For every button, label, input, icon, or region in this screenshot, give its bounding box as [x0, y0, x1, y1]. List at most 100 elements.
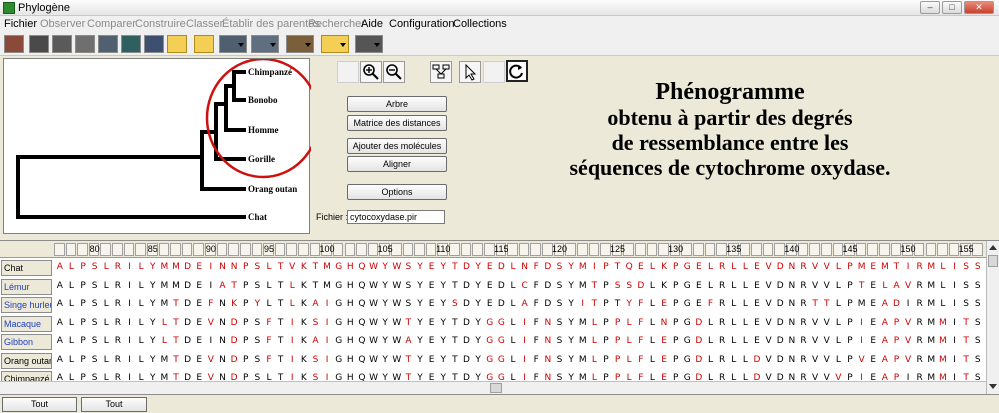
book-icon[interactable] [4, 35, 24, 53]
arbre-button[interactable]: Arbre [347, 96, 447, 112]
molecule-dropdown-icon[interactable] [219, 35, 247, 53]
ruler-label: 100 [319, 244, 335, 254]
menu-observer[interactable]: Observer [40, 18, 85, 30]
sequence-row[interactable]: Singe hurleurALPSLRILYMTDEFNKPYLTLKAIGHQ… [0, 296, 986, 314]
menu-classer[interactable]: Classer [186, 18, 223, 30]
amino-acid-cell: D [776, 299, 784, 309]
amino-acid-cell: I [860, 336, 863, 346]
species-name[interactable]: Orang outan [1, 352, 52, 369]
open-folder-icon[interactable] [167, 35, 187, 53]
cursor-plus-icon[interactable] [337, 61, 359, 83]
ajouter-molecules-button[interactable]: Ajouter des molécules [347, 138, 447, 154]
sequence-row[interactable]: Chat A L P S L R I L Y M M D E I N N P S L T V K T M G H Q W Y W S Y E Y T D… [0, 259, 986, 277]
display-dropdown-icon[interactable] [355, 35, 383, 53]
amino-acid-cell: L [731, 317, 737, 328]
select-all-button[interactable]: Tout sélectionner [81, 397, 147, 413]
menu-fichier[interactable]: Fichier [4, 18, 37, 30]
amino-acid-cell: D [463, 354, 470, 365]
scroll-down-icon[interactable] [989, 384, 997, 389]
amino-acid-cell: D [184, 262, 192, 272]
amino-acid-cell: Y [382, 317, 388, 328]
species-name[interactable]: Lémur [1, 278, 52, 295]
amino-acid-cell: W [369, 299, 378, 309]
aligner-button[interactable]: Aligner [347, 156, 447, 172]
sequence-icon[interactable] [29, 35, 49, 53]
hscroll-thumb[interactable] [490, 383, 502, 393]
amino-acid-cell: E [696, 299, 702, 309]
amino-acid-cell: D [637, 280, 645, 291]
amino-acid-cell: T [277, 262, 284, 272]
amino-acid-cell: S [91, 317, 98, 328]
amino-acid-cell: F [638, 354, 644, 365]
tree-layout-icon[interactable] [430, 61, 452, 83]
species-name[interactable]: Chat [1, 260, 52, 276]
sequence-row[interactable]: Lémur A L P S L R I L Y M M D E I A T P S L T L K T M G H Q W Y W S Y E Y T… [0, 278, 986, 296]
amino-acid-cell: I [325, 354, 329, 365]
amino-acid-cell: I [325, 336, 329, 346]
amino-acid-cell: Q [358, 336, 366, 346]
species-name[interactable]: Gibbon [1, 334, 52, 350]
menu-aide[interactable]: Aide [361, 18, 383, 30]
ruler-label: 150 [900, 244, 916, 254]
species-name[interactable]: Singe hurleur [1, 297, 52, 313]
amino-acid-cell: L [68, 280, 74, 291]
amino-acid-cell: D [184, 317, 192, 328]
pointer-icon[interactable] [459, 61, 481, 83]
amino-acid-cell: D [695, 354, 703, 365]
amino-acid-cell: G [497, 336, 505, 346]
folder-dropdown-icon[interactable] [321, 35, 349, 53]
menu-configuration[interactable]: Configuration [389, 18, 454, 30]
close-button[interactable]: ✕ [964, 1, 994, 14]
tree-icon[interactable] [144, 35, 164, 53]
folder-icon[interactable] [194, 35, 214, 53]
maximize-button[interactable]: □ [942, 1, 962, 14]
zoom-out-icon[interactable] [383, 61, 405, 83]
vertical-scrollbar[interactable] [986, 241, 999, 394]
sequence-row[interactable]: Gibbon A L P S L R I L Y L T D E I N D P S F T I K A I G H Q W Y W A Y E Y… [0, 333, 986, 351]
amino-acid-cell: Y [440, 354, 447, 365]
ruler-cell [820, 243, 832, 256]
window-dropdown-icon[interactable] [251, 35, 279, 53]
sequence-row[interactable]: Macaque A L P S L R I L Y L T D E V N D P S F T I K S I G H Q W Y W T Y E… [0, 315, 986, 333]
amino-acid-cell: F [533, 317, 539, 328]
table-icon[interactable] [121, 35, 141, 53]
amino-acid-cell: P [242, 280, 249, 291]
amino-acid-cell: E [754, 299, 760, 309]
amino-acid-cell: L [649, 336, 655, 346]
options-button[interactable]: Options [347, 184, 447, 200]
amino-acid-cell: T [173, 336, 179, 346]
amino-acid-cell: L [138, 262, 144, 272]
scroll-up-icon[interactable] [989, 245, 997, 250]
rotate-icon[interactable] [506, 60, 528, 82]
amino-acid-cell: Y [475, 354, 481, 365]
compare-icon[interactable] [52, 35, 72, 53]
species-name[interactable]: Macaque [1, 315, 52, 332]
horizontal-scrollbar[interactable] [0, 381, 986, 394]
file-field[interactable]: cytocoxydase.pir [347, 210, 445, 224]
amino-acid-cell: P [603, 280, 609, 291]
color-dropdown-icon[interactable] [286, 35, 314, 53]
amino-acid-cell: I [953, 262, 956, 272]
amino-acid-cell: E [696, 280, 702, 291]
amino-acid-cell: E [754, 280, 760, 291]
amino-acid-cell: F [638, 317, 644, 328]
menu-construire[interactable]: Construire [135, 18, 186, 30]
sequence-row[interactable]: Orang outan A L P S L R I L Y M T D E V N D P S F T I K S I G H Q W Y… [0, 352, 986, 370]
amino-acid-cell: E [196, 354, 203, 365]
grid-icon[interactable] [75, 35, 95, 53]
amino-acid-cell: F [533, 354, 539, 365]
menu-rechercher[interactable]: Rechercher [308, 18, 365, 30]
scroll-thumb[interactable] [988, 255, 998, 267]
menu-etablir-parentes[interactable]: Établir des parentés [222, 18, 320, 30]
matrice-distances-button[interactable]: Matrice des distances [347, 115, 447, 131]
matrix-icon[interactable] [98, 35, 118, 53]
amino-acid-cell: V [812, 336, 819, 346]
minimize-button[interactable]: – [920, 1, 940, 14]
menu-comparer[interactable]: Comparer [87, 18, 136, 30]
zoom-in-icon[interactable] [360, 61, 382, 83]
menu-collections[interactable]: Collections [453, 18, 507, 30]
amino-acid-cell: M [578, 336, 587, 346]
amino-acid-cell: Y [568, 262, 574, 272]
deselect-all-button[interactable]: Tout désélectionner [2, 397, 77, 413]
amino-acid-cell: A [521, 299, 528, 309]
